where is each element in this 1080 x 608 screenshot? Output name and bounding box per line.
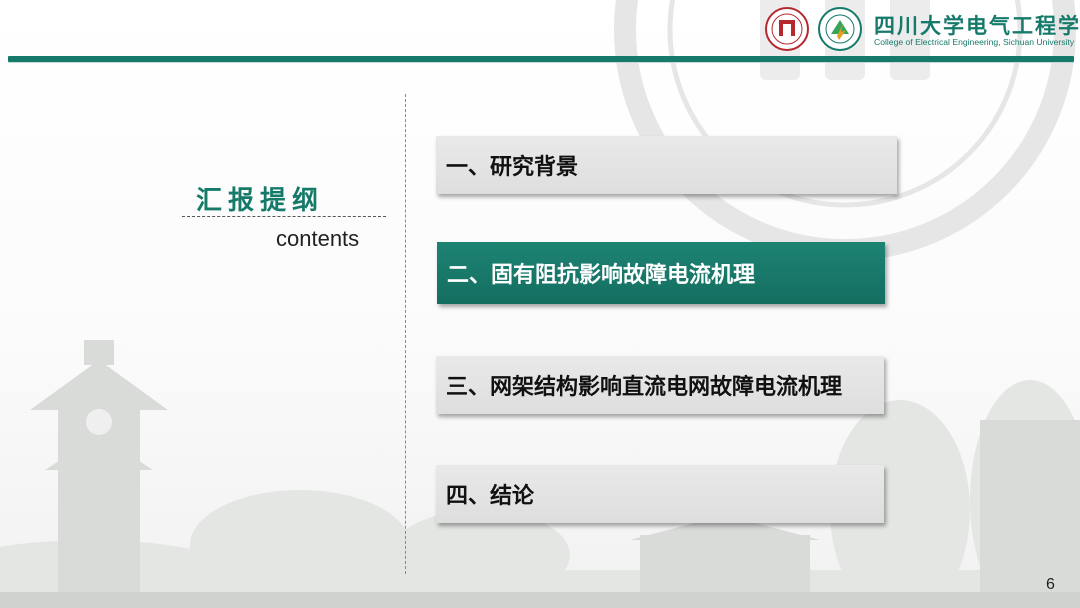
- college-name-cn: 四川大学电气工程学院: [874, 13, 1080, 38]
- menu-item-conclusion[interactable]: 四、结论: [436, 465, 884, 523]
- title-underline: [182, 216, 386, 217]
- menu-item-grid-structure-mechanism[interactable]: 三、网架结构影响直流电网故障电流机理: [436, 356, 884, 414]
- college-logo: [818, 7, 862, 51]
- slide: 四川大学电气工程学院 College of Electrical Enginee…: [0, 0, 1080, 608]
- menu-item-impedance-mechanism[interactable]: 二、固有阻抗影响故障电流机理: [437, 242, 885, 304]
- menu-item-label: 三、网架结构影响直流电网故障电流机理: [446, 375, 843, 400]
- college-name-en: College of Electrical Engineering, Sichu…: [874, 37, 1075, 47]
- page-number: 6: [1046, 576, 1055, 593]
- menu-item-label: 二、固有阻抗影响故障电流机理: [447, 263, 756, 288]
- sichuan-university-logo: [765, 7, 809, 51]
- vertical-divider: [405, 94, 406, 574]
- menu-item-research-background[interactable]: 一、研究背景: [436, 136, 897, 194]
- menu-item-label: 一、研究背景: [446, 155, 579, 180]
- menu-item-label: 四、结论: [446, 484, 535, 509]
- outline-title: 汇报提纲: [196, 186, 325, 216]
- header-divider: [8, 56, 1074, 63]
- contents-subtitle: contents: [276, 226, 360, 251]
